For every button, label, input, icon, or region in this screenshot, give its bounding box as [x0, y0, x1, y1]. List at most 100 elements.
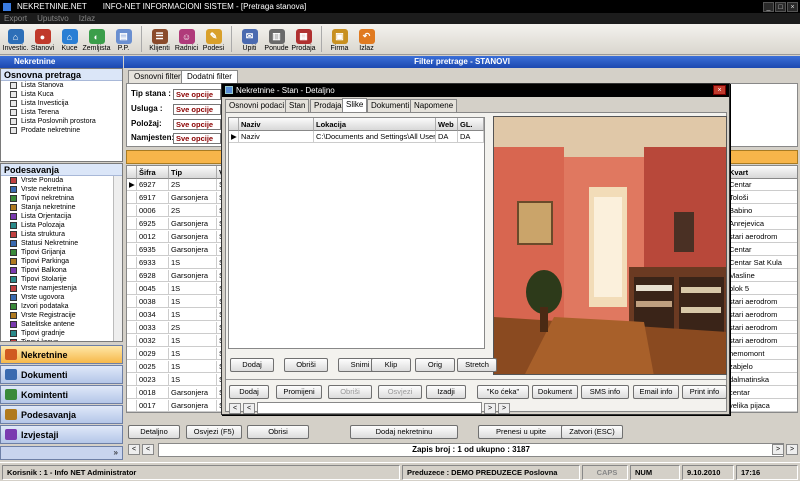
cell-tip[interactable]: 1S [169, 335, 217, 347]
tree-item-setting[interactable]: Tipovi nekretnina [1, 194, 122, 203]
filter-usluga-select[interactable]: Sve opcije [173, 104, 221, 115]
cell-kvart[interactable]: stari aerodrom [727, 335, 797, 347]
images-col-lokacija[interactable]: Lokacija [314, 118, 436, 131]
cell-tip[interactable]: 1S [169, 257, 217, 269]
col-kvart[interactable]: Kvart [727, 166, 797, 179]
main-button-3[interactable]: Dodaj nekretninu [350, 425, 458, 439]
main-button-4[interactable]: Prenesi u upite [478, 425, 564, 439]
cell-sifra[interactable]: 0018 [137, 387, 169, 399]
tree-item-basic[interactable]: Prodate nekretnine [1, 126, 122, 135]
tree-item-basic[interactable]: Lista Kuca [1, 90, 122, 99]
cell-kvart[interactable]: stari aerodrom [727, 296, 797, 308]
tab-dodatni-filter[interactable]: Dodatni filter [181, 70, 238, 83]
cell-sifra[interactable]: 6927 [137, 179, 169, 191]
tree-item-basic[interactable]: Lista Investicija [1, 99, 122, 108]
tree-item-setting[interactable]: Tipovi Parkinga [1, 257, 122, 266]
main-button-0[interactable]: Detaljno [128, 425, 180, 439]
sidebar-collapse-bar[interactable]: » [0, 446, 123, 460]
minimize-button[interactable]: _ [763, 1, 774, 12]
tree-item-setting[interactable]: Tipovi Stolarije [1, 275, 122, 284]
image-button-klip[interactable]: Klip [371, 358, 411, 372]
image-cell-web[interactable]: DA [436, 131, 458, 143]
tree-item-setting[interactable]: Tipovi Grijanja [1, 248, 122, 257]
cell-tip[interactable]: Garsonjera [169, 244, 217, 256]
tree-item-setting[interactable]: Tipovi gradnje [1, 329, 122, 338]
cell-kvart[interactable]: centar [727, 387, 797, 399]
cell-kvart[interactable]: velika pijaca [727, 400, 797, 412]
cell-sifra[interactable]: 0045 [137, 283, 169, 295]
dialog-tab-dokumenti[interactable]: Dokumenti [367, 99, 414, 112]
record-first-button[interactable]: < [128, 444, 140, 455]
tree-item-basic[interactable]: Lista Stanova [1, 81, 122, 90]
cell-sifra[interactable]: 0034 [137, 309, 169, 321]
col-sifra[interactable]: Šifra [137, 166, 169, 179]
tree-item-setting[interactable]: Satelitske antene [1, 320, 122, 329]
cell-kvart[interactable]: stari aerodrom [727, 231, 797, 243]
cell-sifra[interactable]: 0012 [137, 231, 169, 243]
toolbar-button-ponude[interactable]: ▥ Ponude [263, 24, 290, 54]
dialog-button-6[interactable]: Dokument [532, 385, 578, 399]
nav-dokumenti[interactable]: Dokumenti [0, 365, 123, 384]
tab-osnovni-filter[interactable]: Osnovni filter [128, 70, 187, 83]
image-cell-gl[interactable]: DA [458, 131, 484, 143]
cell-tip[interactable]: Garsonjera [169, 270, 217, 282]
tree-item-setting[interactable]: Tipovi krova [1, 338, 122, 341]
dialog-tab-napomene[interactable]: Napomene [410, 99, 458, 112]
cell-tip[interactable]: Garsonjera [169, 400, 217, 412]
toolbar-button-stanovi[interactable]: ● Stanovi [29, 24, 56, 54]
cell-tip[interactable]: 1S [169, 348, 217, 360]
toolbar-button-firma[interactable]: ▣ Firma [326, 24, 353, 54]
cell-tip[interactable]: 1S [169, 283, 217, 295]
cell-sifra[interactable]: 0025 [137, 361, 169, 373]
main-button-5[interactable]: Zatvori (ESC) [561, 425, 623, 439]
filter-namjesten-select[interactable]: Sve opcije [173, 133, 221, 144]
nav-komintenti[interactable]: Komintenti [0, 385, 123, 404]
cell-kvart[interactable]: Babino [727, 205, 797, 217]
cell-sifra[interactable]: 6928 [137, 270, 169, 282]
cell-kvart[interactable]: Centar [727, 179, 797, 191]
cell-kvart[interactable]: zabjelo [727, 361, 797, 373]
tree-item-setting[interactable]: Izvori podataka [1, 302, 122, 311]
dialog-next-button[interactable]: > [484, 403, 496, 414]
dialog-last-button[interactable]: > [498, 403, 510, 414]
dialog-tab-osnovni-podaci[interactable]: Osnovni podaci [225, 99, 289, 112]
tree-item-setting[interactable]: Vrste Ponuda [1, 176, 122, 185]
menu-export[interactable]: Export [4, 14, 27, 23]
col-tip[interactable]: Tip [169, 166, 217, 179]
cell-sifra[interactable]: 0033 [137, 322, 169, 334]
toolbar-button-upiti[interactable]: ✉ Upiti [236, 24, 263, 54]
toolbar-button-prodaja[interactable]: ▦ Prodaja [290, 24, 317, 54]
tree-item-setting[interactable]: Vrste ugovora [1, 293, 122, 302]
cell-tip[interactable]: Garsonjera [169, 231, 217, 243]
dialog-button-0[interactable]: Dodaj [229, 385, 269, 399]
cell-tip[interactable]: 2S [169, 322, 217, 334]
cell-sifra[interactable]: 6925 [137, 218, 169, 230]
image-button-orig[interactable]: Orig [415, 358, 455, 372]
cell-kvart[interactable]: Centar Sat Kula [727, 257, 797, 269]
tree-item-setting[interactable]: Lista Orjentacija [1, 212, 122, 221]
cell-kvart[interactable]: Centar [727, 244, 797, 256]
tree-item-setting[interactable]: Stanja nekretnine [1, 203, 122, 212]
cell-sifra[interactable]: 0023 [137, 374, 169, 386]
tree-item-setting[interactable]: Statusi Nekretnine [1, 239, 122, 248]
tree-item-basic[interactable]: Lista Terena [1, 108, 122, 117]
cell-kvart[interactable]: Masline [727, 270, 797, 282]
cell-kvart[interactable]: Anrejevica [727, 218, 797, 230]
dialog-prev-button[interactable]: < [229, 403, 241, 414]
dialog-tab-stan[interactable]: Stan [285, 99, 310, 112]
dialog-button-8[interactable]: Email info [633, 385, 679, 399]
toolbar-button-klijenti[interactable]: ☰ Klijenti [146, 24, 173, 54]
tree-item-setting[interactable]: Vrste Registracije [1, 311, 122, 320]
settings-scrollbar[interactable] [113, 176, 122, 341]
toolbar-button-investic[interactable]: ⌂ Investic. [2, 24, 29, 54]
cell-kvart[interactable]: stari aerodrom [727, 322, 797, 334]
nav-nekretnine[interactable]: Nekretnine [0, 345, 123, 364]
cell-tip[interactable]: Garsonjera [169, 218, 217, 230]
cell-kvart[interactable]: dalmatinska [727, 374, 797, 386]
toolbar-button-podesi[interactable]: ✎ Podesi [200, 24, 227, 54]
toolbar-button-radnici[interactable]: ☺ Radnici [173, 24, 200, 54]
cell-sifra[interactable]: 6935 [137, 244, 169, 256]
cell-sifra[interactable]: 0017 [137, 400, 169, 412]
cell-sifra[interactable]: 0032 [137, 335, 169, 347]
cell-tip[interactable]: 1S [169, 296, 217, 308]
